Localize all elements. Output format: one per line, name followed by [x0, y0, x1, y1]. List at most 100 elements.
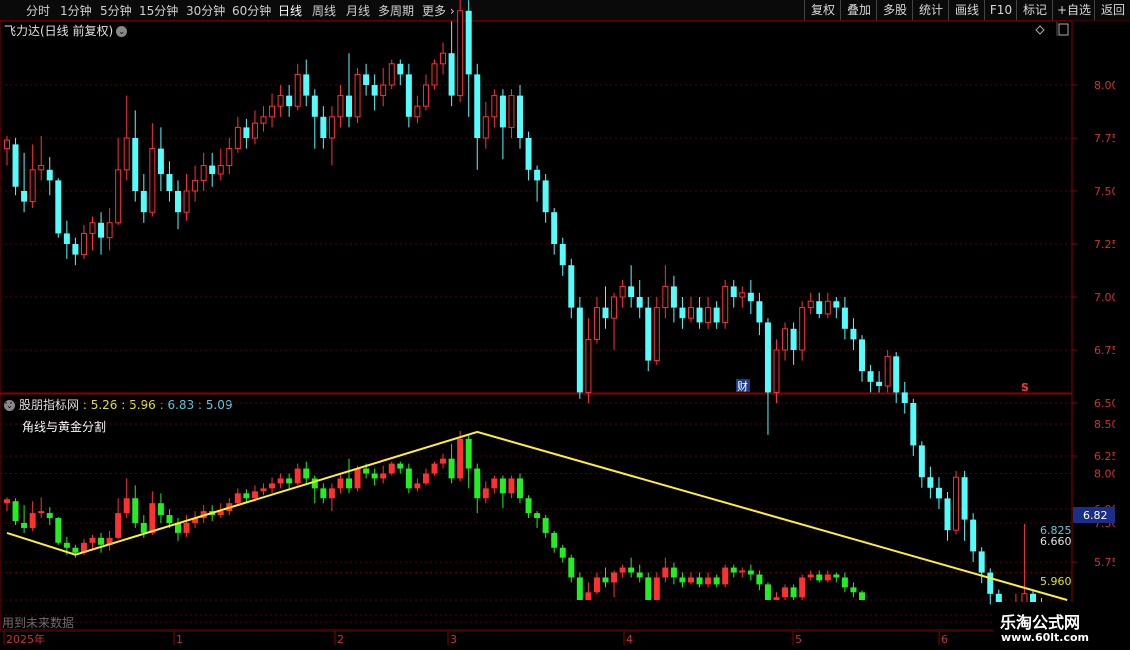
sub-candle-body — [140, 523, 147, 533]
sub-candle-body — [679, 577, 686, 583]
sub-candle-body — [833, 574, 840, 578]
x-axis-label: 6 — [941, 633, 948, 646]
x-axis-label: 4 — [626, 633, 633, 646]
sub-candle-body — [859, 592, 865, 600]
sub-candle-body — [756, 574, 763, 585]
sub-candle-body — [730, 567, 737, 573]
sub-candle-body — [55, 518, 62, 543]
sub-candle-body — [363, 468, 370, 474]
candle-body — [918, 445, 925, 478]
right-scroll-strip[interactable] — [1115, 21, 1130, 633]
sub-candle-body — [474, 468, 481, 499]
candle-body — [431, 63, 438, 86]
sub-candle-body — [799, 577, 806, 598]
sub-candle-body — [286, 478, 293, 484]
candle-body — [517, 95, 523, 138]
sub-candle-body — [739, 570, 746, 573]
sub-candle-body — [422, 473, 429, 484]
candle-body — [12, 144, 19, 187]
price-box-label: 6.82 — [1083, 509, 1108, 522]
candle-body — [21, 191, 28, 202]
sub-candle-body — [46, 513, 53, 519]
sub-candle-body — [405, 468, 412, 489]
candle-body — [388, 63, 395, 86]
sub-candle-body — [354, 468, 361, 489]
sub-candle-body — [568, 557, 575, 578]
candle-body — [927, 477, 934, 488]
candle-body — [670, 286, 677, 308]
sub-candle-body — [166, 515, 173, 523]
candle-body — [72, 244, 79, 255]
x-axis-label: 3 — [450, 633, 457, 646]
watermark-name: 乐淘公式网 — [1000, 613, 1081, 632]
sub-candle-body — [773, 597, 780, 600]
sub-candle-body — [388, 463, 395, 474]
candle-body — [559, 244, 566, 266]
sub-candle-body — [63, 542, 70, 548]
candle-body — [953, 476, 960, 531]
candle-body — [722, 285, 729, 323]
sub-candle-body — [72, 547, 79, 553]
candle-body — [465, 10, 472, 75]
candle-body — [38, 165, 45, 171]
candle-body — [935, 487, 942, 499]
sub-candle-body — [440, 458, 447, 464]
candle-body — [55, 180, 62, 234]
sub-candle-body — [576, 577, 583, 600]
sub-candle-body — [841, 577, 848, 588]
candle-body — [645, 307, 652, 361]
candle-body — [508, 95, 515, 128]
candle-body — [405, 74, 412, 117]
candle-body — [542, 180, 549, 213]
candle-body — [679, 307, 686, 319]
candle-body — [166, 174, 173, 191]
sub-candle-body — [29, 513, 36, 528]
candle-body — [243, 127, 250, 138]
candle-body — [730, 286, 737, 297]
sub-candle-body — [850, 587, 857, 593]
x-axis-label: 2025年 — [6, 632, 45, 646]
sub-candle-body — [790, 587, 797, 598]
sub-right-label-2: 5.960 — [1040, 575, 1072, 588]
candle-body — [576, 307, 583, 393]
cai-marker: 财 — [737, 379, 748, 393]
candle-body — [628, 286, 635, 297]
sub-candle-body — [696, 577, 703, 585]
candle-body — [328, 116, 335, 139]
x-axis-label: 1 — [176, 633, 183, 646]
candle-body — [841, 307, 848, 329]
candle-body — [824, 300, 831, 315]
sub-candle-body — [4, 499, 10, 504]
candle-body — [294, 73, 301, 107]
x-axis-label: 5 — [795, 633, 802, 646]
sub-candle-body — [183, 523, 190, 533]
sub-candle-body — [243, 493, 250, 499]
candle-body — [636, 297, 643, 308]
candle-body — [209, 165, 216, 175]
sub-candle-body — [277, 478, 284, 484]
sub-candle-body — [542, 518, 549, 533]
sub-candle-body — [653, 577, 660, 600]
sub-candle-body — [670, 567, 677, 578]
candle-body — [183, 190, 190, 213]
candle-body — [859, 339, 865, 372]
candle-body — [970, 519, 977, 552]
candle-body — [910, 403, 917, 446]
sub-candle-body — [457, 438, 464, 479]
candle-body — [29, 169, 36, 203]
sub-candle-body — [12, 501, 19, 522]
main-panel-frame — [0, 20, 1073, 394]
watermark-url: www.60lt.com — [1001, 631, 1090, 644]
candle-body — [893, 356, 900, 393]
candle-body — [354, 73, 361, 118]
candle-body — [98, 222, 105, 238]
candle-body — [816, 301, 823, 314]
candlestick-chart[interactable]: 8.007.757.507.257.006.756.506.256.005.75… — [0, 0, 1130, 650]
candle-body — [175, 191, 181, 213]
candle-body — [80, 232, 87, 256]
sub-candle-body — [636, 572, 643, 578]
sub-candle-body — [123, 498, 130, 514]
sub-candle-body — [320, 488, 327, 499]
candle-body — [303, 74, 310, 96]
candle-body — [140, 191, 147, 213]
